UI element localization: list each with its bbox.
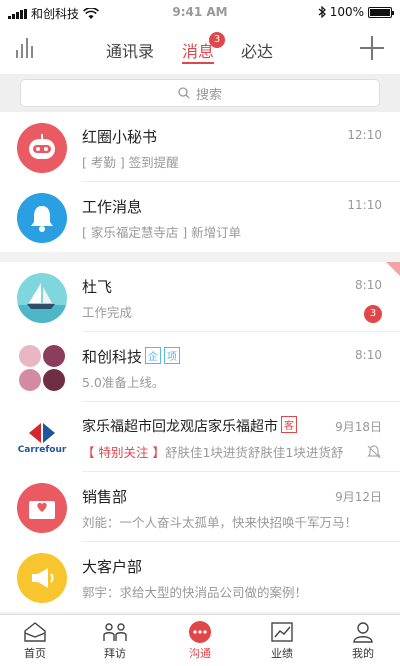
item-time: 12:10 bbox=[347, 128, 382, 142]
item-title: 家乐福超市回龙观店家乐福超市客 bbox=[82, 416, 297, 436]
megaphone-avatar-icon bbox=[17, 553, 67, 603]
search-icon bbox=[178, 87, 190, 99]
item-subtitle: 【 特别关注 】舒肤佳1块进货舒肤佳1块进货舒 bbox=[82, 442, 343, 461]
nav-visit-label: 拜访 bbox=[104, 647, 126, 660]
nav-home-label: 首页 bbox=[24, 647, 46, 660]
tab-bida[interactable]: 必达 bbox=[241, 38, 273, 62]
item-title: 和创科技企项 bbox=[82, 346, 181, 367]
nav-me-label: 我的 bbox=[352, 647, 374, 660]
item-title: 大客户部 bbox=[82, 558, 143, 576]
carrefour-logo-text: Carrefour bbox=[17, 445, 67, 455]
add-icon[interactable] bbox=[360, 36, 384, 60]
nav-performance-label: 业绩 bbox=[271, 647, 293, 660]
project-tag: 项 bbox=[164, 347, 181, 364]
item-title-text: 家乐福超市回龙观店家乐福超市 bbox=[82, 419, 278, 435]
item-subtitle: [ 家乐福定慧寺店 ] 新增订单 bbox=[82, 225, 242, 240]
nav-performance[interactable]: 业绩 bbox=[252, 619, 312, 661]
visit-icon bbox=[103, 623, 127, 641]
nav-chat-label: 沟通 bbox=[189, 647, 211, 660]
profile-icon bbox=[353, 622, 373, 643]
nav-visit[interactable]: 拜访 bbox=[85, 619, 145, 661]
unread-badge: 3 bbox=[364, 305, 382, 323]
tab-messages-badge: 3 bbox=[209, 32, 225, 48]
item-subtitle: 刘能：一个人奋斗太孤单，快来快招唤千军万马！ bbox=[82, 515, 358, 530]
item-time: 9月12日 bbox=[335, 490, 382, 504]
special-follow-label: 【 特别关注 】 bbox=[82, 445, 165, 460]
item-subtitle: 5.0准备上线。 bbox=[82, 375, 165, 390]
item-time: 8:10 bbox=[355, 348, 382, 362]
battery-icon bbox=[368, 6, 394, 18]
item-subtitle: 郭宇：求给大型的快消品公司做的案例！ bbox=[82, 585, 308, 600]
item-time: 9月18日 bbox=[335, 420, 382, 434]
item-subtitle: 工作完成 bbox=[82, 305, 133, 320]
bottom-nav: 首页 拜访 沟通 业绩 我的 bbox=[0, 614, 400, 666]
nav-home[interactable]: 首页 bbox=[5, 619, 65, 661]
list-item-key-accounts[interactable]: 大客户部 郭宇：求给大型的快消品公司做的案例！ bbox=[0, 542, 400, 612]
list-item-dufei[interactable]: 杜飞 工作完成 8:10 3 bbox=[0, 262, 400, 332]
tab-contacts[interactable]: 通讯录 bbox=[106, 38, 154, 62]
chat-list: 杜飞 工作完成 8:10 3 和创科技企项 5.0准备上线。 8:10 Carr… bbox=[0, 262, 400, 612]
list-item-carrefour[interactable]: Carrefour 家乐福超市回龙观店家乐福超市客 【 特别关注 】舒肤佳1块进… bbox=[0, 402, 400, 472]
group-avatar-icon bbox=[17, 343, 67, 393]
system-message-list: 红圈小秘书 [ 考勤 ] 签到提醒 12:10 工作消息 [ 家乐福定慧寺店 ]… bbox=[0, 112, 400, 252]
mail-heart-avatar-icon bbox=[17, 483, 67, 533]
item-title-text: 和创科技 bbox=[82, 348, 143, 366]
battery-percent: 100% bbox=[329, 5, 364, 19]
item-subtitle: [ 考勤 ] 签到提醒 bbox=[82, 155, 179, 170]
robot-avatar-icon bbox=[17, 123, 67, 173]
item-title: 红圈小秘书 bbox=[82, 128, 158, 146]
item-title: 杜飞 bbox=[82, 278, 113, 296]
list-item-hechuang[interactable]: 和创科技企项 5.0准备上线。 8:10 bbox=[0, 332, 400, 402]
enterprise-tag: 企 bbox=[145, 347, 162, 364]
home-icon bbox=[24, 622, 46, 642]
customer-tag: 客 bbox=[281, 416, 297, 433]
item-time: 11:10 bbox=[347, 198, 382, 212]
item-title: 工作消息 bbox=[82, 198, 143, 216]
sailboat-avatar-icon bbox=[17, 273, 67, 323]
search-placeholder: 搜索 bbox=[195, 87, 222, 103]
status-bar: 和创科技 9:41 AM 100% bbox=[0, 0, 400, 24]
nav-me[interactable]: 我的 bbox=[333, 619, 393, 661]
search-area: 搜索 bbox=[0, 74, 400, 112]
top-bar: 通讯录 消息 3 必达 bbox=[0, 24, 400, 74]
list-item-sales[interactable]: 销售部 刘能：一个人奋斗太孤单，快来快招唤千军万马！ 9月12日 bbox=[0, 472, 400, 542]
nav-chat[interactable]: 沟通 bbox=[170, 619, 230, 661]
stats-icon[interactable] bbox=[16, 38, 33, 58]
performance-chart-icon bbox=[271, 622, 293, 642]
bluetooth-icon bbox=[318, 6, 326, 18]
item-time: 8:10 bbox=[355, 278, 382, 292]
item-subtitle-text: 舒肤佳1块进货舒肤佳1块进货舒 bbox=[164, 445, 344, 460]
mute-bell-icon bbox=[367, 445, 381, 459]
list-item-work-messages[interactable]: 工作消息 [ 家乐福定慧寺店 ] 新增订单 11:10 bbox=[0, 182, 400, 252]
bell-avatar-icon bbox=[17, 193, 67, 243]
item-title: 销售部 bbox=[82, 488, 128, 506]
chat-bubble-icon bbox=[189, 621, 211, 643]
search-input[interactable]: 搜索 bbox=[20, 79, 380, 107]
active-tab-indicator bbox=[182, 62, 214, 64]
list-item-assistant[interactable]: 红圈小秘书 [ 考勤 ] 签到提醒 12:10 bbox=[0, 112, 400, 182]
carrefour-logo-icon: Carrefour bbox=[17, 413, 67, 463]
status-right: 100% bbox=[318, 5, 394, 19]
